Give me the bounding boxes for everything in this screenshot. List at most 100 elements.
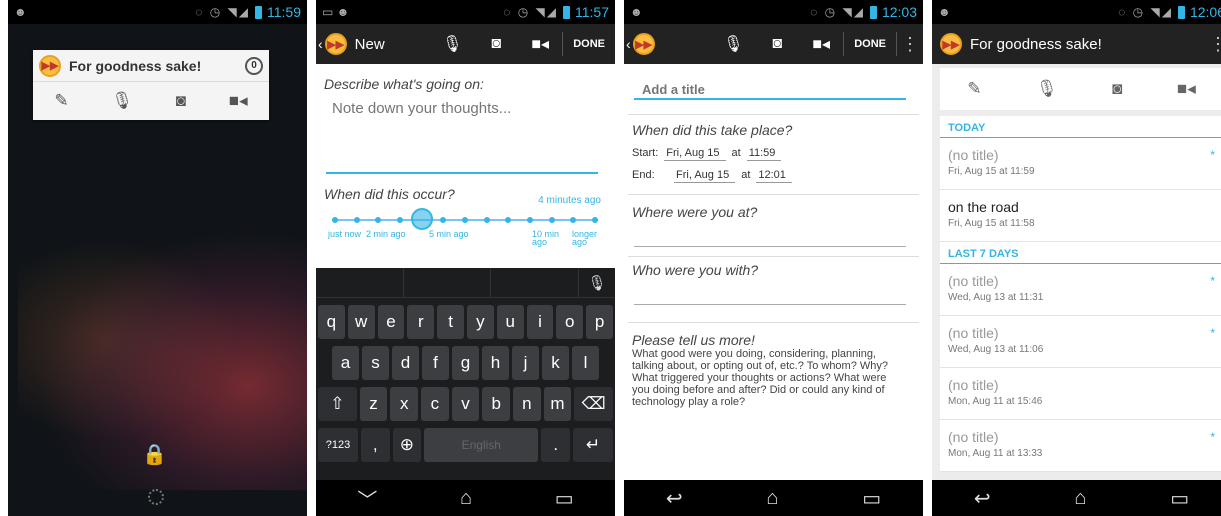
letter-key[interactable]: f bbox=[422, 346, 449, 380]
enter-key-icon[interactable]: ↵ bbox=[573, 428, 614, 462]
camera-icon[interactable]: ◙ bbox=[1112, 79, 1122, 99]
slider-step-dot[interactable] bbox=[483, 217, 490, 223]
lock-icon[interactable]: 🔒 bbox=[142, 442, 167, 467]
letter-key[interactable]: b bbox=[482, 387, 510, 421]
star-icon[interactable]: * bbox=[1210, 274, 1215, 288]
shift-key-icon[interactable]: ⇧ bbox=[318, 387, 357, 421]
recents-icon[interactable]: ▭ bbox=[862, 486, 881, 511]
recents-icon[interactable]: ▭ bbox=[555, 486, 574, 511]
letter-key[interactable]: h bbox=[482, 346, 509, 380]
slider-step-dot[interactable] bbox=[527, 217, 533, 223]
letter-key[interactable]: g bbox=[452, 346, 479, 380]
start-date-picker[interactable]: Fri, Aug 15 bbox=[664, 147, 726, 161]
list-item[interactable]: (no title) Mon, Aug 11 at 15:46 bbox=[940, 368, 1221, 420]
letter-key[interactable]: j bbox=[512, 346, 539, 380]
where-input[interactable] bbox=[634, 246, 906, 247]
microphone-icon[interactable]: 🎙 bbox=[711, 34, 755, 54]
list-item[interactable]: on the road Fri, Aug 15 at 11:58 bbox=[940, 190, 1221, 242]
letter-key[interactable]: m bbox=[543, 387, 572, 421]
slider-step-dot[interactable] bbox=[440, 217, 447, 223]
slider-step-dot[interactable] bbox=[332, 217, 338, 223]
done-button[interactable]: DONE bbox=[844, 38, 896, 50]
microphone-icon[interactable]: 🎙 bbox=[1036, 79, 1058, 99]
period-key[interactable]: . bbox=[541, 428, 571, 462]
recents-icon[interactable]: ▭ bbox=[1170, 486, 1189, 511]
list-item[interactable]: (no title) Mon, Aug 11 at 13:33 * bbox=[940, 420, 1221, 472]
letter-key[interactable]: o bbox=[556, 305, 584, 339]
home-icon[interactable]: ⌂ bbox=[460, 487, 472, 510]
letter-key[interactable]: t bbox=[437, 305, 464, 339]
end-date-picker[interactable]: Fri, Aug 15 bbox=[674, 169, 736, 183]
letter-key[interactable]: x bbox=[390, 387, 419, 421]
letter-key[interactable]: k bbox=[542, 346, 569, 380]
comma-key[interactable]: , bbox=[361, 428, 390, 462]
letter-key[interactable]: l bbox=[572, 346, 599, 380]
letter-key[interactable]: i bbox=[526, 305, 554, 339]
letter-key[interactable]: s bbox=[362, 346, 389, 380]
video-icon[interactable]: ■◂ bbox=[1177, 79, 1196, 99]
back-chevron-icon[interactable]: ﹀ bbox=[357, 484, 377, 513]
slider-step-dot[interactable] bbox=[570, 217, 577, 223]
overflow-menu-icon[interactable]: ⋮ bbox=[1205, 34, 1221, 55]
app-logo-icon[interactable]: ▶▶ bbox=[324, 33, 347, 55]
letter-key[interactable]: z bbox=[359, 387, 388, 421]
camera-icon[interactable]: ◙ bbox=[755, 35, 799, 53]
globe-key-icon[interactable]: ⊕ bbox=[392, 428, 422, 462]
home-icon[interactable]: ⌂ bbox=[766, 487, 778, 510]
letter-key[interactable]: w bbox=[347, 305, 375, 339]
time-slider[interactable] bbox=[332, 208, 598, 230]
slider-step-dot[interactable] bbox=[397, 217, 403, 223]
slider-step-dot[interactable] bbox=[353, 217, 360, 223]
video-icon[interactable]: ■◂ bbox=[229, 91, 248, 111]
list-item[interactable]: (no title) Wed, Aug 13 at 11:31 * bbox=[940, 264, 1221, 316]
letter-key[interactable]: u bbox=[496, 305, 524, 339]
slider-step-dot[interactable] bbox=[462, 217, 468, 223]
camera-icon[interactable]: ◙ bbox=[474, 35, 518, 53]
edit-icon[interactable]: ✎ bbox=[967, 79, 981, 99]
backspace-key-icon[interactable]: ⌫ bbox=[574, 387, 614, 421]
suggestion-slot[interactable] bbox=[404, 268, 492, 297]
star-icon[interactable]: * bbox=[1210, 430, 1215, 444]
edit-icon[interactable]: ✎ bbox=[54, 91, 68, 111]
star-icon[interactable]: * bbox=[1210, 326, 1215, 340]
start-time-picker[interactable]: 11:59 bbox=[746, 147, 782, 161]
back-icon[interactable]: ↩ bbox=[666, 486, 683, 511]
letter-key[interactable]: d bbox=[392, 346, 419, 380]
home-icon[interactable]: ⌂ bbox=[1074, 487, 1086, 510]
slider-step-dot[interactable] bbox=[592, 217, 598, 223]
letter-key[interactable]: n bbox=[513, 387, 541, 421]
note-input[interactable] bbox=[332, 100, 592, 117]
space-key[interactable]: English bbox=[424, 428, 539, 462]
more-prompt-text[interactable]: What good were you doing, considering, p… bbox=[632, 348, 904, 408]
slider-step-dot[interactable] bbox=[375, 217, 382, 223]
back-caret-icon[interactable]: ‹ bbox=[318, 36, 323, 52]
list-item[interactable]: (no title) Wed, Aug 13 at 11:06 * bbox=[940, 316, 1221, 368]
suggestion-slot[interactable] bbox=[491, 268, 580, 297]
letter-key[interactable]: e bbox=[377, 305, 405, 339]
list-item[interactable]: (no title) Fri, Aug 15 at 11:59 * bbox=[940, 138, 1221, 190]
letter-key[interactable]: p bbox=[586, 305, 613, 339]
slider-step-dot[interactable] bbox=[505, 217, 512, 223]
video-icon[interactable]: ■◂ bbox=[518, 34, 562, 54]
camera-icon[interactable]: ◙ bbox=[176, 91, 186, 111]
video-icon[interactable]: ■◂ bbox=[799, 34, 843, 54]
symbols-key[interactable]: ?123 bbox=[318, 428, 358, 462]
back-caret-icon[interactable]: ‹ bbox=[626, 36, 631, 52]
quick-entry-widget[interactable]: ▶▶ For goodness sake! 0 ✎ 🎙 ◙ ■◂ bbox=[33, 50, 269, 120]
done-button[interactable]: DONE bbox=[563, 38, 615, 50]
slider-step-dot[interactable] bbox=[548, 217, 555, 223]
letter-key[interactable]: c bbox=[421, 387, 449, 421]
letter-key[interactable]: q bbox=[318, 305, 345, 339]
entry-count-badge[interactable]: 0 bbox=[245, 56, 263, 75]
letter-key[interactable]: y bbox=[466, 305, 494, 339]
letter-key[interactable]: a bbox=[332, 346, 359, 380]
app-logo-icon[interactable]: ▶▶ bbox=[940, 33, 962, 55]
overflow-menu-icon[interactable]: ⋮ bbox=[897, 34, 923, 55]
microphone-icon[interactable]: 🎙 bbox=[111, 91, 133, 111]
title-input[interactable] bbox=[634, 80, 906, 98]
microphone-icon[interactable]: 🎙 bbox=[430, 34, 474, 54]
app-logo-icon[interactable]: ▶▶ bbox=[632, 33, 655, 55]
back-icon[interactable]: ↩ bbox=[974, 486, 991, 511]
suggestion-slot[interactable] bbox=[316, 268, 404, 297]
voice-input-icon[interactable]: 🎙 bbox=[579, 268, 615, 297]
